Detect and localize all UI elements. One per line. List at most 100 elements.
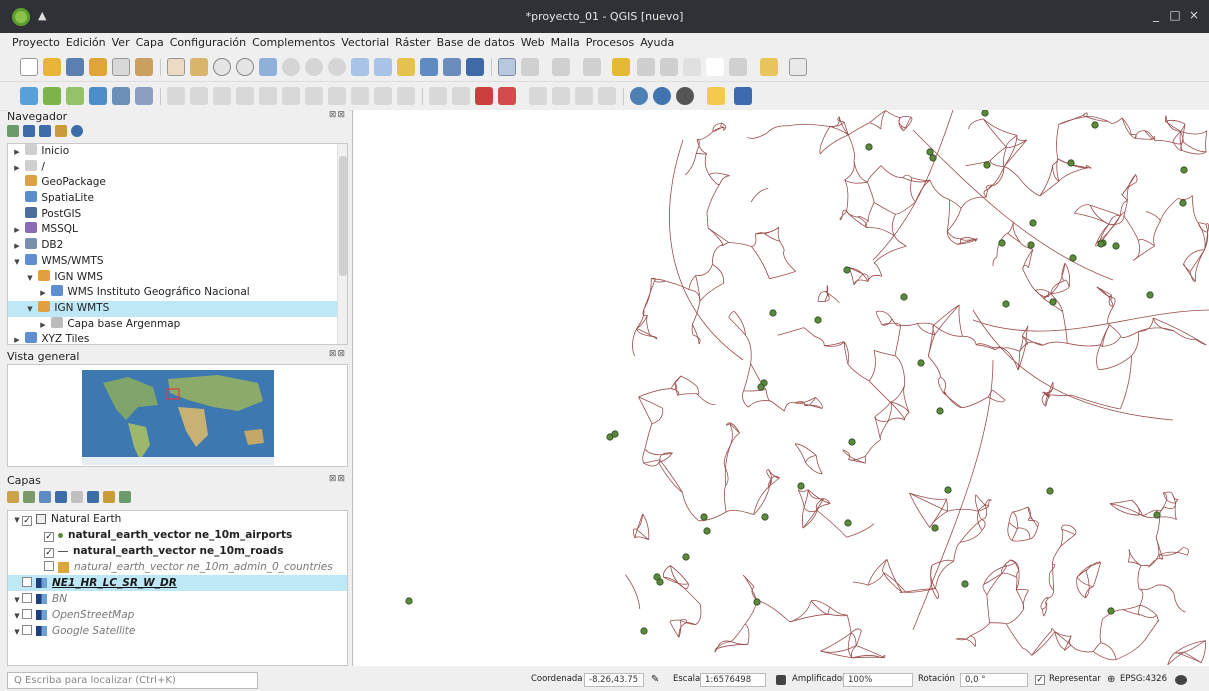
- layer-item[interactable]: natural_earth_vector ne_10m_admin_0_coun…: [8, 559, 347, 575]
- redo-icon[interactable]: [397, 87, 415, 105]
- expand-arrow-icon[interactable]: ▶: [12, 145, 22, 161]
- map-canvas[interactable]: [352, 110, 1209, 666]
- expand-arrow-icon[interactable]: ▼: [25, 302, 35, 318]
- coordinate-field[interactable]: -8.26,43.75: [584, 673, 644, 687]
- zoom-full-icon[interactable]: [259, 58, 277, 76]
- rotation-field[interactable]: 0,0 °: [960, 673, 1028, 687]
- layer-visibility-checkbox[interactable]: [22, 609, 32, 619]
- lock-scale-icon[interactable]: [776, 675, 786, 685]
- magnifier-field[interactable]: 100%: [843, 673, 913, 687]
- select-by-value-icon[interactable]: [583, 58, 601, 76]
- minimize-button[interactable]: _: [1148, 8, 1164, 22]
- refresh-icon[interactable]: [466, 58, 484, 76]
- scale-field[interactable]: 1:6576498: [700, 673, 766, 687]
- close-button[interactable]: ×: [1186, 8, 1202, 22]
- attribute-table-icon[interactable]: [637, 58, 655, 76]
- style-manager-icon[interactable]: [135, 58, 153, 76]
- current-edits-icon[interactable]: [167, 87, 185, 105]
- expand-all-icon[interactable]: [87, 491, 99, 503]
- expand-arrow-icon[interactable]: ▶: [12, 333, 22, 344]
- action-icon[interactable]: [521, 58, 539, 76]
- diagram-icon[interactable]: [598, 87, 616, 105]
- undo-icon[interactable]: [374, 87, 392, 105]
- plugin-tool-icon[interactable]: [676, 87, 694, 105]
- label-rotate-icon[interactable]: [552, 87, 570, 105]
- menu-web[interactable]: Web: [518, 33, 548, 49]
- new-3d-view-icon[interactable]: [420, 58, 438, 76]
- processing-toolbox-icon[interactable]: [683, 58, 701, 76]
- style-icon[interactable]: [7, 491, 19, 503]
- expand-arrow-icon[interactable]: ▼: [12, 255, 22, 271]
- remove-layer-icon[interactable]: [119, 491, 131, 503]
- layer-visibility-checkbox[interactable]: ✓: [44, 532, 54, 542]
- bookmark-icon[interactable]: [443, 58, 461, 76]
- expand-arrow-icon[interactable]: ▶: [12, 239, 22, 255]
- expand-arrow-icon[interactable]: ▶: [38, 318, 48, 334]
- navigator-item[interactable]: ▼ WMS/WMTS: [8, 253, 347, 271]
- zoom-last-icon[interactable]: [351, 58, 369, 76]
- plugin-globe2-icon[interactable]: [653, 87, 671, 105]
- python-console-icon[interactable]: [707, 87, 725, 105]
- layers-close-button[interactable]: ⊠⊠: [329, 474, 346, 484]
- zoom-next-icon[interactable]: [374, 58, 392, 76]
- menu-capa[interactable]: Capa: [133, 33, 167, 49]
- navigator-item[interactable]: ▶ /: [8, 159, 347, 177]
- properties-icon[interactable]: [71, 125, 83, 137]
- layer-visibility-checkbox[interactable]: [22, 593, 32, 603]
- save-project-icon[interactable]: [66, 58, 84, 76]
- navigator-item[interactable]: ▶ Capa base Argenmap: [8, 316, 347, 334]
- new-layer-icon[interactable]: [43, 87, 61, 105]
- new-print-layout-icon[interactable]: [89, 58, 107, 76]
- label-move-icon[interactable]: [529, 87, 547, 105]
- expand-arrow-icon[interactable]: ▼: [25, 271, 35, 287]
- expression-filter-icon[interactable]: [71, 491, 83, 503]
- expand-arrow-icon[interactable]: ▶: [38, 286, 48, 302]
- navigator-item[interactable]: PostGIS: [8, 206, 347, 223]
- pan-to-selection-icon[interactable]: [190, 58, 208, 76]
- expand-arrow-icon[interactable]: ▼: [12, 592, 22, 608]
- new-map-view-icon[interactable]: [397, 58, 415, 76]
- add-selected-icon[interactable]: [7, 125, 19, 137]
- menu-ayuda[interactable]: Ayuda: [637, 33, 677, 49]
- menu-vectorial[interactable]: Vectorial: [338, 33, 392, 49]
- select-features-icon[interactable]: [552, 58, 570, 76]
- vertex-tool-icon[interactable]: [259, 87, 277, 105]
- menu-malla[interactable]: Malla: [548, 33, 583, 49]
- expand-arrow-icon[interactable]: ▼: [12, 512, 22, 528]
- collapse-all-icon[interactable]: [103, 491, 115, 503]
- label-change-icon[interactable]: [575, 87, 593, 105]
- navigator-close-button[interactable]: ⊠⊠: [329, 110, 346, 120]
- label-pin-icon[interactable]: [452, 87, 470, 105]
- maximize-button[interactable]: □: [1167, 8, 1183, 22]
- expand-arrow-icon[interactable]: ▶: [12, 161, 22, 177]
- navigator-item[interactable]: ▶ Inicio: [8, 144, 347, 160]
- deselect-icon[interactable]: [612, 58, 630, 76]
- digitize-icon[interactable]: [236, 87, 254, 105]
- crs-button[interactable]: EPSG:4326: [1120, 674, 1167, 684]
- navigator-item[interactable]: ▶ XYZ Tiles: [8, 332, 347, 344]
- help-icon[interactable]: [734, 87, 752, 105]
- navigator-item[interactable]: GeoPackage: [8, 175, 347, 191]
- collapse-icon[interactable]: [55, 125, 67, 137]
- expand-arrow-icon[interactable]: ▶: [12, 223, 22, 239]
- refresh-icon[interactable]: [23, 125, 35, 137]
- label-toolbar-icon[interactable]: [429, 87, 447, 105]
- navigator-scrollbar[interactable]: [337, 144, 347, 344]
- zoom-selection-icon[interactable]: [282, 58, 300, 76]
- label-show-icon[interactable]: [498, 87, 516, 105]
- toggle-editing-icon[interactable]: [190, 87, 208, 105]
- overview-canvas[interactable]: [7, 364, 348, 467]
- navigator-item[interactable]: ▶ WMS Instituto Geográfico Nacional: [8, 285, 347, 301]
- paste-features-icon[interactable]: [351, 87, 369, 105]
- menu-edicion[interactable]: Edición: [63, 33, 109, 49]
- layer-item[interactable]: NE1_HR_LC_SR_W_DR: [8, 575, 347, 591]
- menu-raster[interactable]: Ráster: [392, 33, 433, 49]
- manage-themes-icon[interactable]: [39, 491, 51, 503]
- cut-features-icon[interactable]: [305, 87, 323, 105]
- messages-icon[interactable]: [1175, 675, 1187, 685]
- layer-item[interactable]: ▼ BN: [8, 591, 347, 607]
- menu-procesos[interactable]: Procesos: [583, 33, 637, 49]
- layout-manager-icon[interactable]: [112, 58, 130, 76]
- pan-icon[interactable]: [167, 58, 185, 76]
- menu-configuracion[interactable]: Configuración: [167, 33, 249, 49]
